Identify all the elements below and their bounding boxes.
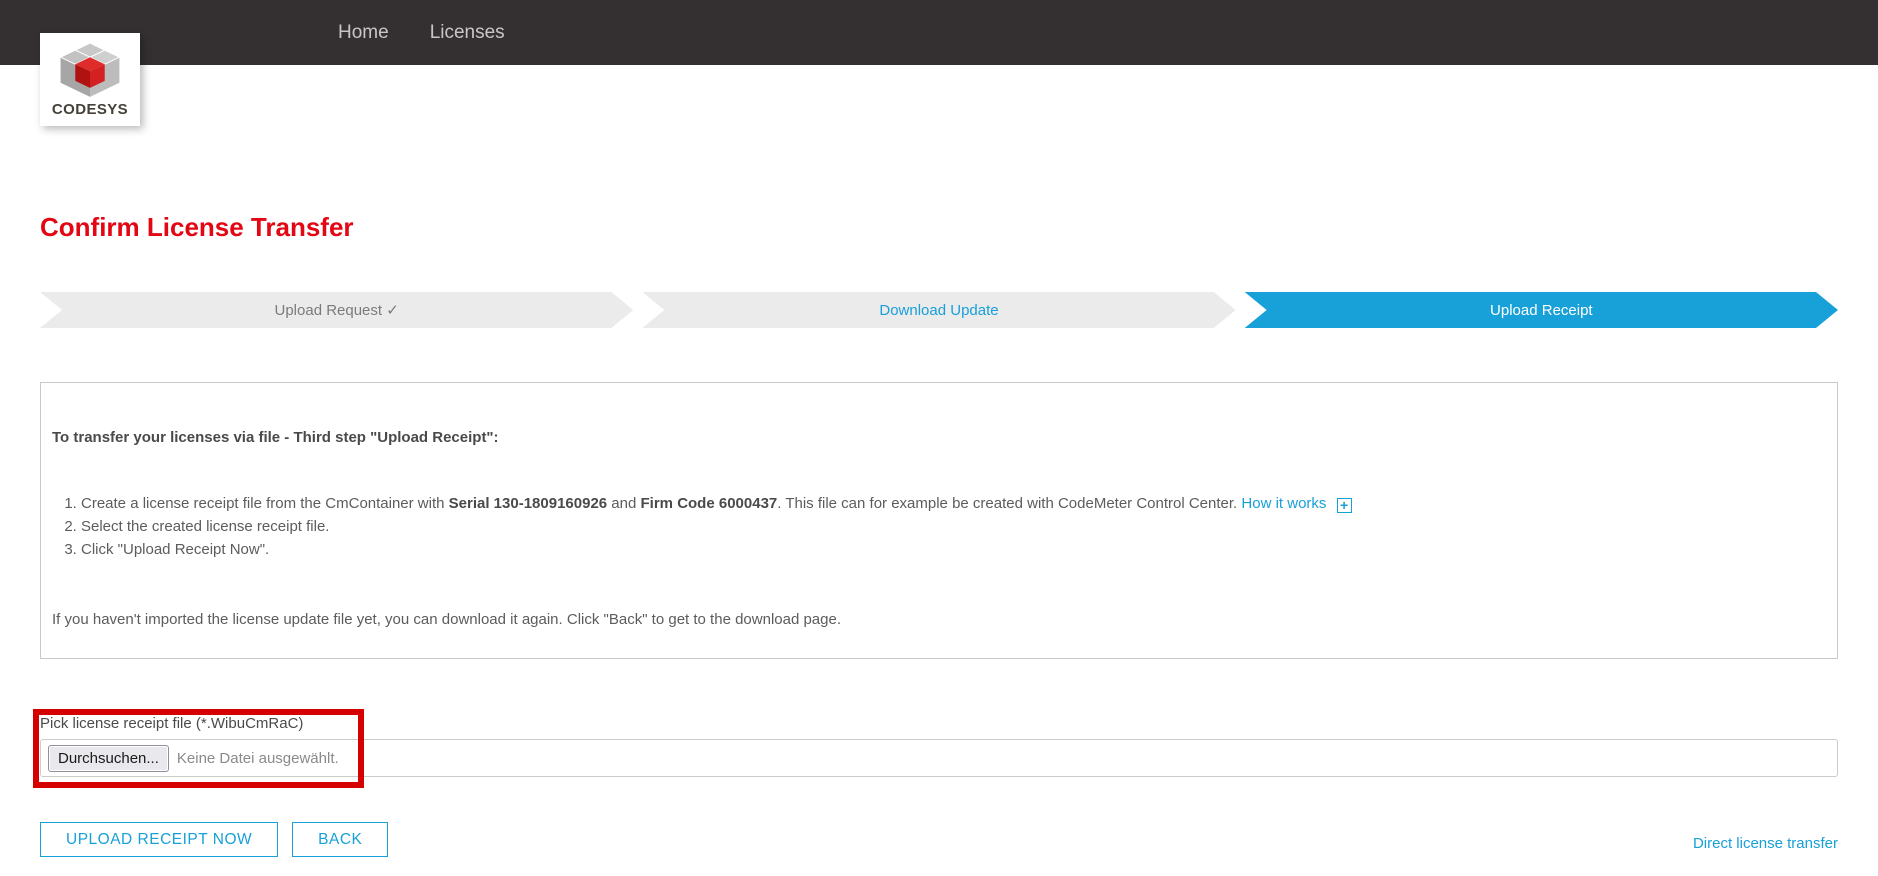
step1-text-post: . This file can for example be created w… — [777, 495, 1241, 512]
instructions-intro: To transfer your licenses via file - Thi… — [52, 429, 1817, 446]
direct-license-transfer-link[interactable]: Direct license transfer — [1693, 835, 1838, 852]
content-area: Confirm License Transfer Upload Request … — [0, 212, 1878, 857]
browse-button[interactable]: Durchsuchen... — [48, 745, 169, 772]
wizard-step-upload-request: Upload Request ✓ — [40, 292, 633, 328]
list-item-select-file: Select the created license receipt file. — [81, 515, 1817, 538]
file-picker-section: Pick license receipt file (*.WibuCmRaC) … — [40, 715, 1838, 777]
nav-item-home[interactable]: Home — [338, 22, 389, 44]
upload-receipt-now-button[interactable]: UPLOAD RECEIPT NOW — [40, 822, 278, 857]
step1-text-pre: Create a license receipt file from the C… — [81, 495, 449, 512]
actions-row: UPLOAD RECEIPT NOW BACK Direct license t… — [40, 822, 1838, 857]
wizard-step-download-update[interactable]: Download Update — [642, 292, 1235, 328]
file-picker-label: Pick license receipt file (*.WibuCmRaC) — [40, 715, 1838, 732]
nav-item-licenses[interactable]: Licenses — [430, 22, 505, 44]
step1-text-mid: and — [607, 495, 640, 512]
codesys-cube-icon — [58, 40, 122, 100]
instructions-list: Create a license receipt file from the C… — [52, 492, 1817, 561]
no-file-selected-text: Keine Datei ausgewählt. — [177, 750, 339, 767]
top-nav-bar: Home Licenses — [0, 0, 1878, 65]
expand-plus-icon[interactable]: + — [1337, 498, 1352, 513]
how-it-works-link[interactable]: How it works — [1241, 495, 1326, 512]
list-item-click-upload: Click "Upload Receipt Now". — [81, 538, 1817, 561]
file-input-field[interactable]: Durchsuchen... Keine Datei ausgewählt. — [40, 739, 1838, 777]
instructions-panel: To transfer your licenses via file - Thi… — [40, 382, 1838, 659]
wizard-steps: Upload Request ✓ Download Update Upload … — [40, 292, 1838, 328]
logo-wordmark: CODESYS — [52, 101, 128, 118]
wizard-step-upload-receipt[interactable]: Upload Receipt — [1245, 292, 1838, 328]
codesys-logo[interactable]: CODESYS — [40, 33, 140, 126]
firm-code: Firm Code 6000437 — [641, 495, 778, 512]
page-title: Confirm License Transfer — [40, 212, 1838, 242]
download-again-note: If you haven't imported the license upda… — [52, 611, 1817, 628]
back-button[interactable]: BACK — [292, 822, 388, 857]
list-item-create-receipt: Create a license receipt file from the C… — [81, 492, 1817, 515]
serial-number: Serial 130-1809160926 — [449, 495, 607, 512]
